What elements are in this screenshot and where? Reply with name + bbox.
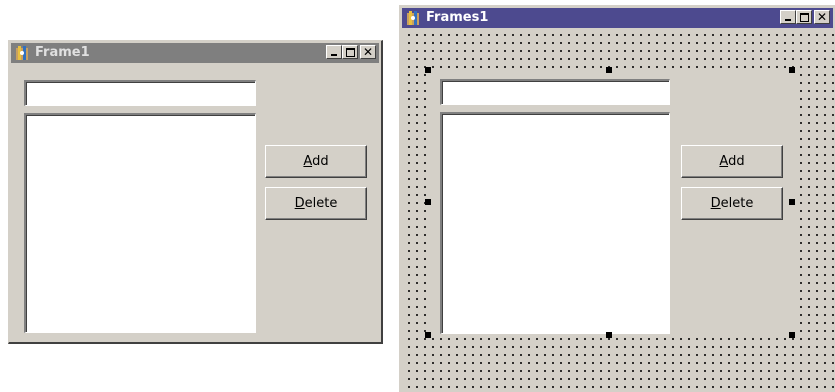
frame1-client-area: Add Delete: [11, 63, 379, 340]
selection-handle-middle-left[interactable]: [425, 199, 431, 205]
frames1-edit-field[interactable]: [440, 79, 670, 105]
frame1-edit-field[interactable]: [24, 80, 256, 106]
frames1-listbox[interactable]: [440, 112, 670, 334]
selection-handle-top-center[interactable]: [606, 67, 612, 73]
frame1-titlebar[interactable]: Frame1 ✕: [11, 43, 379, 63]
frames1-add-button[interactable]: Add: [681, 145, 783, 178]
frame1-caption-buttons: ✕: [326, 45, 376, 59]
selection-handle-top-left[interactable]: [425, 67, 431, 73]
selection-handle-bottom-left[interactable]: [425, 332, 431, 338]
delphi-app-icon: [16, 46, 28, 60]
close-icon[interactable]: ✕: [814, 10, 830, 24]
minimize-icon[interactable]: [326, 45, 342, 59]
selection-handle-top-right[interactable]: [789, 67, 795, 73]
frames1-window: Frames1 ✕ Add Delete: [399, 5, 835, 392]
frame1-title: Frame1: [35, 45, 90, 60]
frames1-titlebar[interactable]: Frames1 ✕: [402, 8, 833, 28]
frame1-listbox[interactable]: [24, 113, 256, 333]
frame1-add-button[interactable]: Add: [265, 145, 367, 178]
frame-component[interactable]: Add Delete: [427, 69, 794, 334]
frames1-delete-button[interactable]: Delete: [681, 187, 783, 220]
frames1-title: Frames1: [426, 10, 489, 25]
frame1-window: Frame1 ✕ Add Delete: [8, 40, 383, 344]
frames1-caption-buttons: ✕: [780, 10, 830, 24]
selection-handle-bottom-center[interactable]: [606, 332, 612, 338]
selection-handle-bottom-right[interactable]: [789, 332, 795, 338]
frames1-design-grid[interactable]: Add Delete: [402, 28, 835, 392]
maximize-icon[interactable]: [342, 45, 358, 59]
delphi-app-icon: [407, 11, 419, 25]
frame1-delete-button[interactable]: Delete: [265, 187, 367, 220]
maximize-icon[interactable]: [796, 10, 812, 24]
close-icon[interactable]: ✕: [360, 45, 376, 59]
selection-handle-middle-right[interactable]: [789, 199, 795, 205]
minimize-icon[interactable]: [780, 10, 796, 24]
